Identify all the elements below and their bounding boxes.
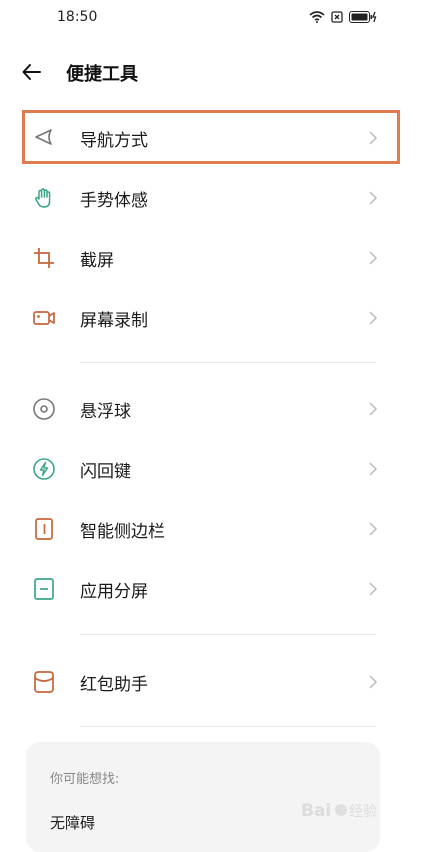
flashback-key-icon bbox=[32, 457, 56, 481]
menu-item-label: 闪回键 bbox=[80, 462, 131, 482]
chevron-right-icon bbox=[368, 401, 378, 417]
menu-item-gesture[interactable]: 手势体感 bbox=[22, 170, 400, 226]
baidu-experience-watermark: Bai 经验 bbox=[301, 794, 399, 828]
smart-sidebar-icon bbox=[32, 517, 56, 541]
chevron-right-icon bbox=[368, 250, 378, 266]
menu-item-label: 智能侧边栏 bbox=[80, 522, 165, 542]
svg-text:Bai: Bai bbox=[301, 801, 331, 821]
back-button[interactable] bbox=[20, 60, 50, 84]
status-icons bbox=[309, 11, 377, 23]
wifi-icon bbox=[309, 11, 325, 23]
split-screen-icon bbox=[32, 577, 56, 601]
back-arrow-icon bbox=[22, 64, 41, 80]
chevron-right-icon bbox=[368, 461, 378, 477]
crop-screenshot-icon bbox=[32, 246, 56, 270]
menu-item-label: 导航方式 bbox=[80, 131, 148, 151]
chevron-right-icon bbox=[368, 581, 378, 597]
section-divider bbox=[80, 362, 376, 363]
menu-item-label: 红包助手 bbox=[80, 675, 148, 695]
section-divider bbox=[80, 634, 376, 635]
suggestions-title: 你可能想找: bbox=[50, 772, 120, 787]
menu-item-screenshot[interactable]: 截屏 bbox=[22, 230, 400, 286]
menu-item-flashback-key[interactable]: 闪回键 bbox=[22, 441, 400, 497]
menu-item-smart-sidebar[interactable]: 智能侧边栏 bbox=[22, 501, 400, 557]
menu-item-label: 悬浮球 bbox=[80, 402, 131, 422]
menu-item-split-screen[interactable]: 应用分屏 bbox=[22, 561, 400, 617]
chevron-right-icon bbox=[368, 190, 378, 206]
menu-item-floating-ball[interactable]: 悬浮球 bbox=[22, 381, 400, 437]
floating-ball-icon bbox=[32, 397, 56, 421]
chevron-right-icon bbox=[368, 521, 378, 537]
chevron-right-icon bbox=[368, 310, 378, 326]
status-bar: 18:50 bbox=[0, 0, 425, 36]
battery-icon bbox=[349, 11, 377, 23]
screen-record-icon bbox=[32, 306, 56, 330]
hand-gesture-icon bbox=[32, 186, 56, 210]
menu-item-label: 屏幕录制 bbox=[80, 311, 148, 331]
menu-item-screen-record[interactable]: 屏幕录制 bbox=[22, 290, 400, 346]
chevron-right-icon bbox=[368, 674, 378, 690]
suggestion-item-accessibility[interactable]: 无障碍 bbox=[50, 812, 95, 833]
menu-item-label: 截屏 bbox=[80, 251, 114, 271]
status-time: 18:50 bbox=[57, 9, 98, 25]
menu-item-red-envelope[interactable]: 红包助手 bbox=[22, 654, 400, 710]
chevron-right-icon bbox=[368, 130, 378, 146]
navigation-arrow-icon bbox=[32, 125, 56, 149]
menu-item-label: 应用分屏 bbox=[80, 582, 148, 602]
svg-text:经验: 经验 bbox=[349, 804, 377, 820]
section-divider bbox=[80, 726, 376, 727]
red-envelope-icon bbox=[32, 670, 56, 694]
menu-item-label: 手势体感 bbox=[80, 191, 148, 211]
menu-item-navigation-mode[interactable]: 导航方式 bbox=[22, 110, 400, 164]
sim-blocked-icon bbox=[331, 11, 343, 23]
page-title: 便捷工具 bbox=[66, 64, 138, 85]
header: 便捷工具 bbox=[0, 52, 425, 92]
